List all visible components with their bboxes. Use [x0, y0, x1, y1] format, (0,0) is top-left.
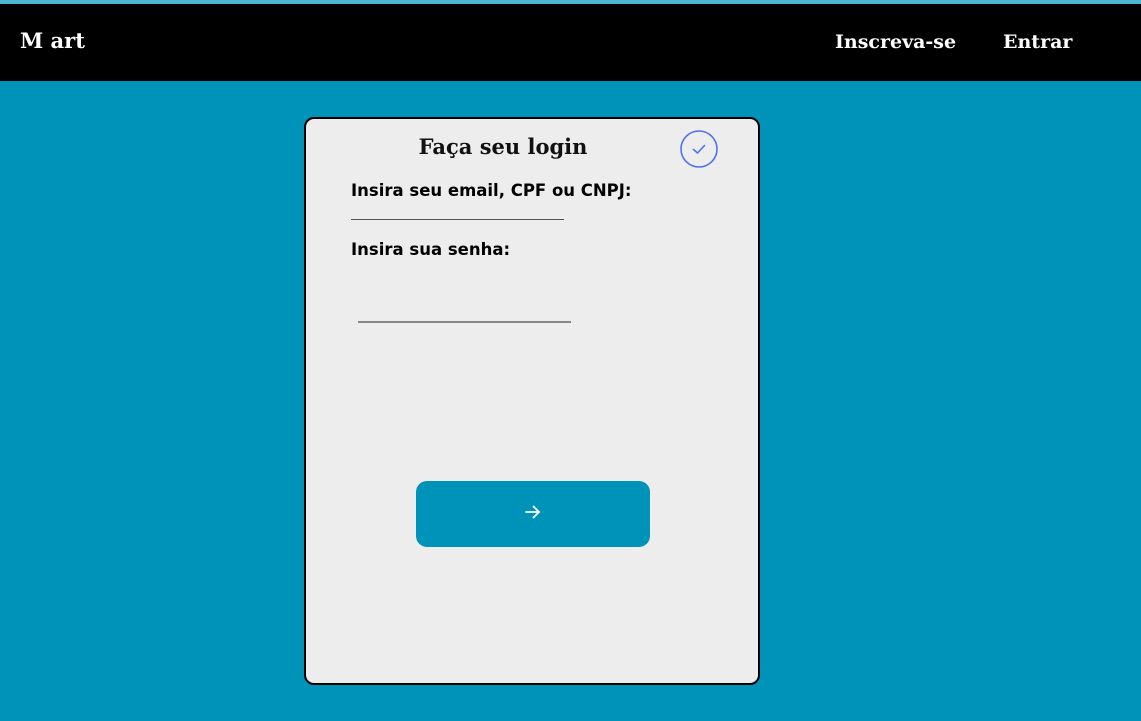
brand-logo[interactable]: M art: [20, 28, 85, 54]
navbar: M art Inscreva-se Entrar: [0, 4, 1141, 81]
page: M art Inscreva-se Entrar Faça seu login …: [0, 0, 1141, 721]
nav-signup-link[interactable]: Inscreva-se: [835, 30, 956, 54]
submit-button[interactable]: [416, 481, 650, 547]
login-title: Faça seu login: [418, 134, 588, 159]
check-circle-icon: [680, 130, 718, 168]
password-field[interactable]: [358, 299, 571, 323]
password-label: Insira sua senha:: [351, 240, 511, 259]
arrow-right-icon: [523, 502, 543, 527]
email-field[interactable]: [351, 199, 564, 220]
nav-login-link[interactable]: Entrar: [1003, 30, 1072, 54]
login-card: Faça seu login Insira seu email, CPF ou …: [304, 117, 760, 685]
